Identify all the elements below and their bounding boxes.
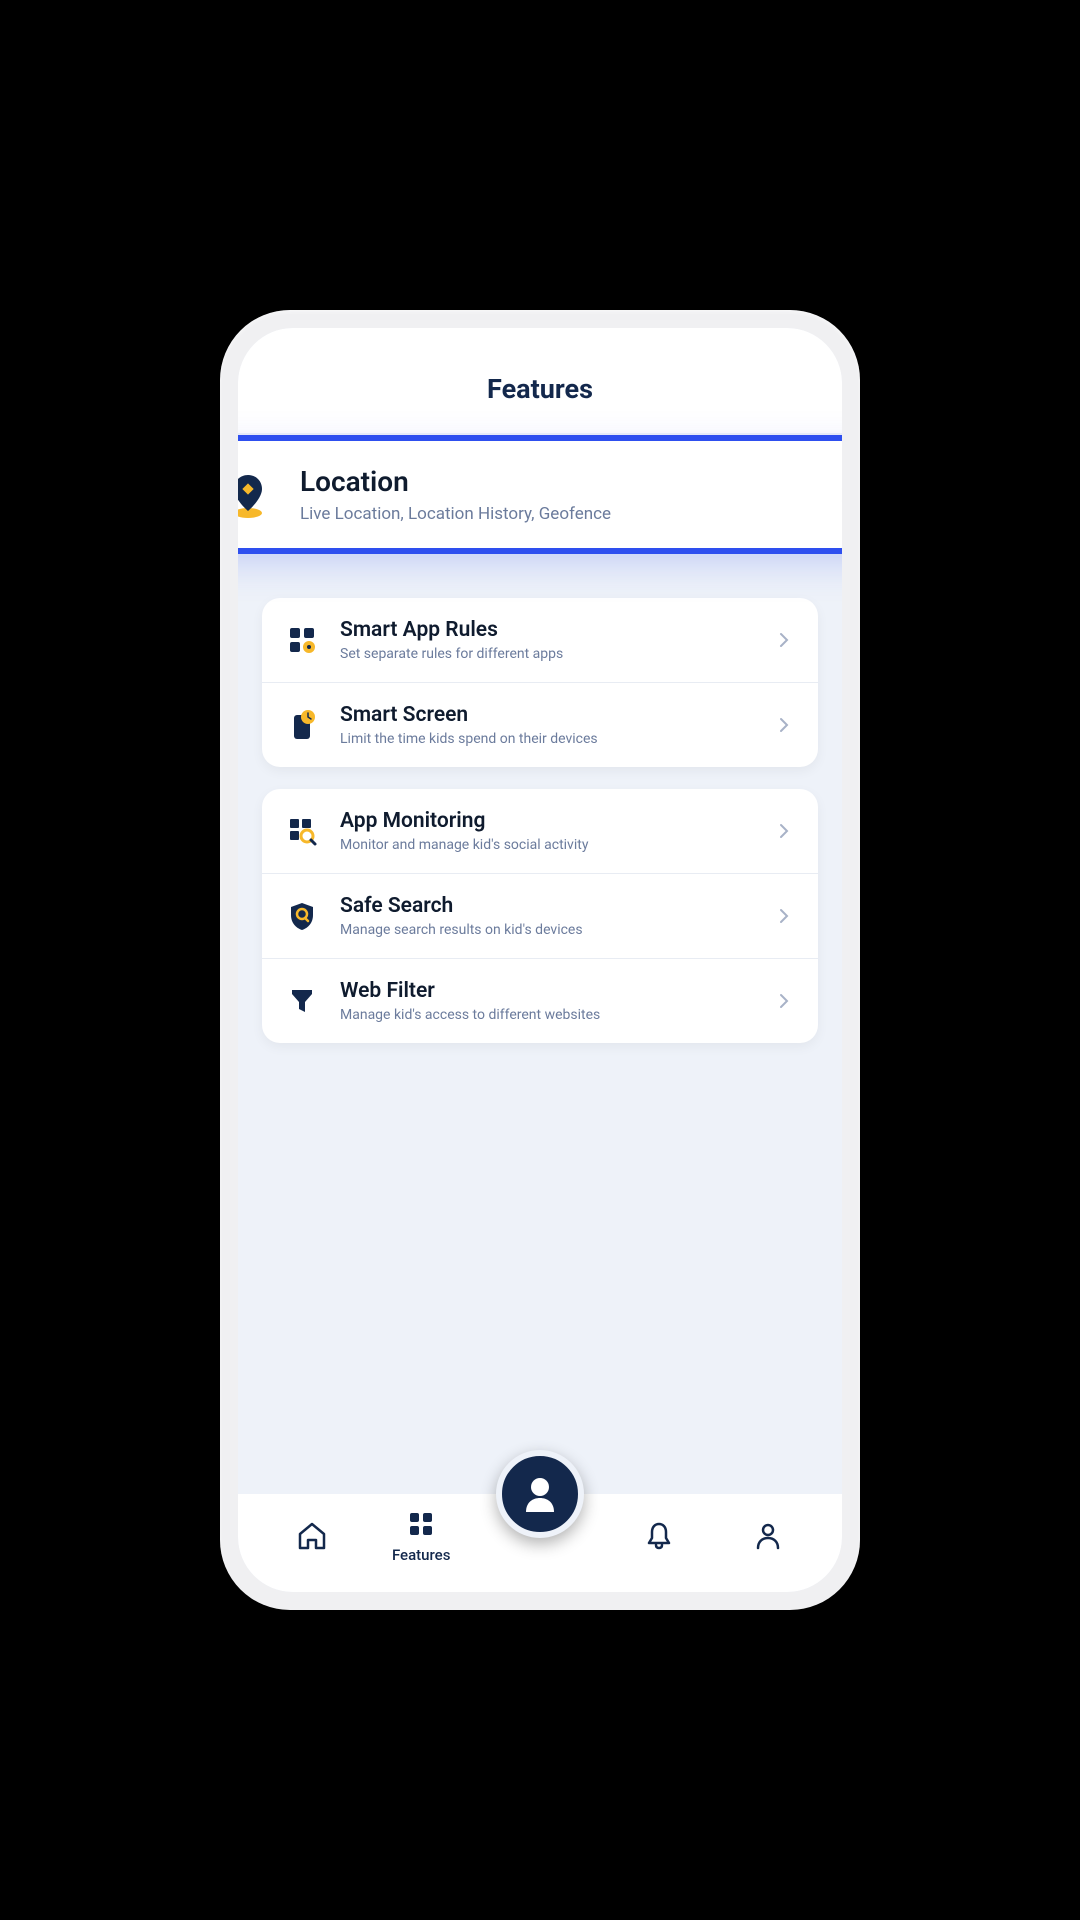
feature-text: Smart App Rules Set separate rules for d… bbox=[340, 618, 752, 662]
feature-smart-screen[interactable]: Smart Screen Limit the time kids spend o… bbox=[262, 683, 818, 767]
bottom-navigation: Features bbox=[238, 1494, 842, 1592]
feature-subtitle: Monitor and manage kid's social activity bbox=[340, 837, 752, 853]
person-icon bbox=[752, 1520, 784, 1552]
location-pin-icon bbox=[238, 471, 272, 519]
feature-web-filter[interactable]: Web Filter Manage kid's access to differ… bbox=[262, 959, 818, 1043]
feature-group-1: Smart App Rules Set separate rules for d… bbox=[262, 598, 818, 767]
grid-search-icon bbox=[286, 815, 318, 847]
feature-subtitle: Limit the time kids spend on their devic… bbox=[340, 731, 752, 747]
feature-location[interactable]: Location Live Location, Location History… bbox=[238, 441, 842, 548]
feature-title: Location bbox=[300, 465, 808, 498]
feature-title: Web Filter bbox=[340, 979, 752, 1003]
feature-text: Safe Search Manage search results on kid… bbox=[340, 894, 752, 938]
nav-label: Features bbox=[392, 1546, 450, 1564]
chevron-right-icon bbox=[836, 485, 842, 505]
grid-gear-icon bbox=[286, 624, 318, 656]
home-icon bbox=[296, 1520, 328, 1552]
chevron-right-icon bbox=[774, 715, 794, 735]
content-area: Location Live Location, Location History… bbox=[238, 433, 842, 1494]
feature-title: Smart Screen bbox=[340, 703, 752, 727]
feature-text: Smart Screen Limit the time kids spend o… bbox=[340, 703, 752, 747]
feature-text: Web Filter Manage kid's access to differ… bbox=[340, 979, 752, 1023]
person-filled-icon bbox=[516, 1470, 564, 1518]
grid-icon bbox=[405, 1508, 437, 1540]
feature-title: Safe Search bbox=[340, 894, 752, 918]
feature-app-monitoring[interactable]: App Monitoring Monitor and manage kid's … bbox=[262, 789, 818, 874]
chevron-right-icon bbox=[774, 821, 794, 841]
page-header: Features bbox=[238, 328, 842, 433]
chevron-right-icon bbox=[774, 991, 794, 1011]
nav-home[interactable] bbox=[277, 1520, 347, 1552]
phone-screen: Features Location Live Location, Locatio… bbox=[238, 328, 842, 1592]
nav-profile[interactable] bbox=[733, 1520, 803, 1552]
feature-title: Smart App Rules bbox=[340, 618, 752, 642]
feature-subtitle: Set separate rules for different apps bbox=[340, 646, 752, 662]
page-title: Features bbox=[238, 373, 842, 405]
feature-text: Location Live Location, Location History… bbox=[300, 465, 808, 524]
feature-smart-app-rules[interactable]: Smart App Rules Set separate rules for d… bbox=[262, 598, 818, 683]
chevron-right-icon bbox=[774, 906, 794, 926]
nav-notifications[interactable] bbox=[624, 1520, 694, 1552]
nav-avatar-button[interactable] bbox=[496, 1450, 584, 1538]
feature-title: App Monitoring bbox=[340, 809, 752, 833]
feature-subtitle: Manage search results on kid's devices bbox=[340, 922, 752, 938]
shield-search-icon bbox=[286, 900, 318, 932]
nav-features[interactable]: Features bbox=[386, 1508, 456, 1564]
phone-clock-icon bbox=[286, 709, 318, 741]
funnel-icon bbox=[286, 985, 318, 1017]
phone-frame: Features Location Live Location, Locatio… bbox=[220, 310, 860, 1610]
feature-subtitle: Manage kid's access to different website… bbox=[340, 1007, 752, 1023]
chevron-right-icon bbox=[774, 630, 794, 650]
feature-subtitle: Live Location, Location History, Geofenc… bbox=[300, 504, 808, 524]
feature-text: App Monitoring Monitor and manage kid's … bbox=[340, 809, 752, 853]
feature-safe-search[interactable]: Safe Search Manage search results on kid… bbox=[262, 874, 818, 959]
feature-group-2: App Monitoring Monitor and manage kid's … bbox=[262, 789, 818, 1043]
bell-icon bbox=[643, 1520, 675, 1552]
